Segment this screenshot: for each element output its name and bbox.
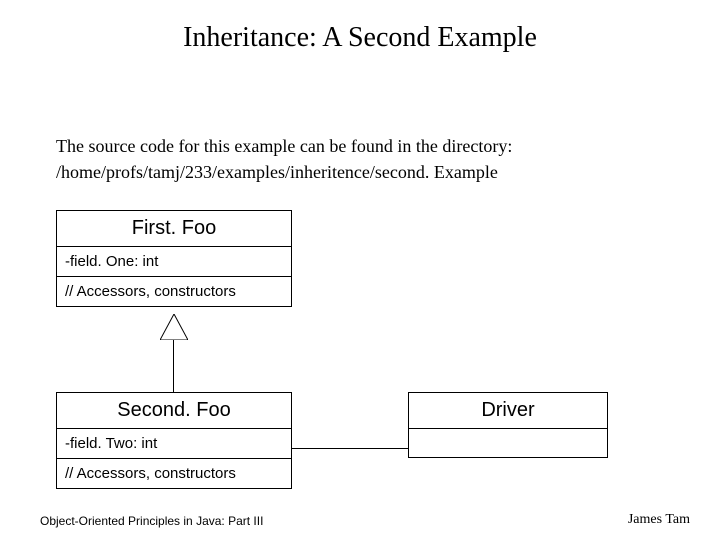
slide-title: Inheritance: A Second Example [0, 22, 720, 54]
uml-class-driver: Driver [408, 392, 608, 458]
uml-class-attributes: -field. Two: int [57, 429, 291, 459]
association-line [292, 448, 408, 449]
uml-class-name: First. Foo [57, 211, 291, 247]
uml-class-name: Second. Foo [57, 393, 291, 429]
uml-class-body-empty [409, 429, 607, 457]
uml-class-operations: // Accessors, constructors [57, 459, 291, 488]
uml-class-firstfoo: First. Foo -field. One: int // Accessors… [56, 210, 292, 307]
uml-class-name: Driver [409, 393, 607, 429]
uml-class-operations: // Accessors, constructors [57, 277, 291, 306]
uml-class-secondfoo: Second. Foo -field. Two: int // Accessor… [56, 392, 292, 489]
footer-left: Object-Oriented Principles in Java: Part… [40, 514, 263, 528]
intro-text-line-2: /home/profs/tamj/233/examples/inheritenc… [56, 162, 498, 183]
uml-class-attributes: -field. One: int [57, 247, 291, 277]
intro-text-line-1: The source code for this example can be … [56, 136, 512, 157]
inheritance-line [173, 340, 174, 392]
footer-right: James Tam [628, 512, 690, 528]
